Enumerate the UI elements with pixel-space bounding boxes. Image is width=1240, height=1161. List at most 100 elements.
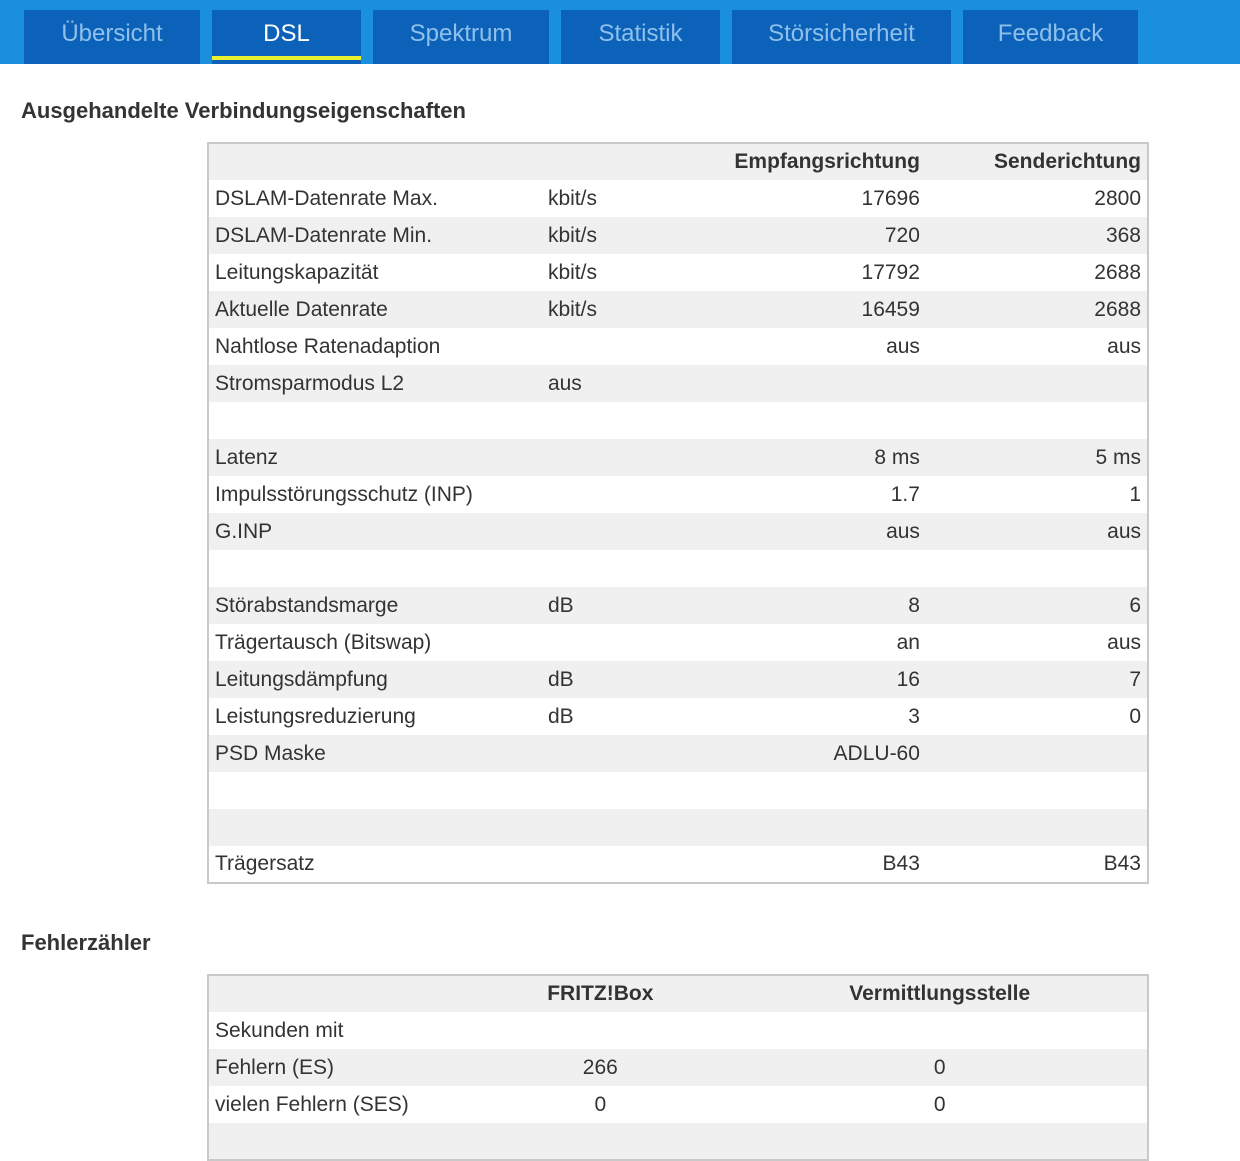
table-cell: Trägersatz: [215, 852, 315, 875]
table-cell: 17792: [861, 260, 920, 284]
table-cell: [926, 735, 1148, 772]
table-cell: ADLU-60: [833, 741, 920, 765]
table-cell: [542, 328, 709, 365]
table-cell: aus: [1107, 334, 1141, 358]
table-row: vielen Fehlern (SES) 0 0: [208, 1086, 1148, 1123]
table-cell: [468, 1012, 732, 1049]
table-cell: vielen Fehlern (SES): [215, 1092, 409, 1116]
table-row: Sekunden mit: [208, 1012, 1148, 1049]
table-cell: 3: [908, 704, 920, 728]
table-cell: 266: [582, 1055, 618, 1079]
table-cell: 8 ms: [874, 445, 920, 469]
tab-statistik[interactable]: Statistik: [561, 10, 720, 64]
table-cell: [709, 550, 925, 587]
table-cell: 0: [933, 1092, 946, 1116]
table-row: PSD Maske ADLU-60: [208, 735, 1148, 772]
table-cell: 16459: [861, 297, 920, 321]
table-cell: [542, 809, 709, 846]
tab-uebersicht[interactable]: Übersicht: [24, 10, 200, 64]
table-cell: [542, 476, 709, 513]
table-cell: aus: [886, 519, 920, 543]
table-cell: Leitungsdämpfung: [215, 667, 388, 691]
table-cell: an: [896, 630, 920, 654]
table-cell: aus: [886, 334, 920, 358]
table-cell: aus: [1107, 630, 1141, 654]
table-cell: 2800: [1094, 186, 1141, 210]
table-cell: 6: [1129, 593, 1141, 617]
table-cell: [208, 402, 542, 439]
table-cell: 8: [908, 593, 920, 617]
table-cell: Trägertausch (Bitswap): [215, 630, 432, 654]
table-row: DSLAM-Datenrate Min. kbit/s 720 368: [208, 217, 1148, 254]
table-cell: kbit/s: [547, 223, 597, 247]
table-row: [208, 550, 1148, 587]
table-cell: Störabstandsmarge: [215, 593, 399, 617]
table-cell: [542, 624, 709, 661]
column-header: [208, 975, 468, 1012]
table-row: Fehlern (ES) 266 0: [208, 1049, 1148, 1086]
table-cell: aus: [1107, 519, 1141, 543]
table-header-row: Empfangsrichtung Senderichtung: [208, 143, 1148, 180]
table-cell: DSLAM-Datenrate Max.: [215, 186, 438, 210]
table-cell: kbit/s: [547, 297, 597, 321]
column-header: [208, 143, 542, 180]
column-header: FRITZ!Box: [547, 982, 654, 1005]
table-cell: [709, 365, 925, 402]
table-cell: kbit/s: [547, 260, 597, 284]
column-header: Empfangsrichtung: [734, 150, 920, 173]
table-cell: aus: [547, 371, 582, 395]
table-cell: [709, 402, 925, 439]
table-row: Nahtlose Ratenadaption aus aus: [208, 328, 1148, 365]
table-cell: [926, 772, 1148, 809]
column-header: [542, 143, 709, 180]
table-cell: Nahtlose Ratenadaption: [215, 334, 441, 358]
table-cell: DSLAM-Datenrate Min.: [215, 223, 433, 247]
table-cell: Leitungskapazität: [215, 260, 379, 284]
table-row: Leitungskapazität kbit/s 17792 2688: [208, 254, 1148, 291]
table-cell: Sekunden mit: [215, 1018, 344, 1042]
table-cell: [709, 772, 925, 809]
table-cell: dB: [547, 593, 574, 617]
table-cell: G.INP: [215, 519, 273, 543]
table-cell: 0: [933, 1055, 946, 1079]
table-cell: [542, 513, 709, 550]
table-cell: [926, 402, 1148, 439]
table-row: [208, 402, 1148, 439]
table-cell: Impulsstörungsschutz (INP): [215, 482, 473, 506]
tab-spektrum[interactable]: Spektrum: [373, 10, 549, 64]
table-cell: 7: [1129, 667, 1141, 691]
table-cell: 17696: [861, 186, 920, 210]
table-cell: Latenz: [215, 445, 279, 469]
table-cell: [208, 1123, 468, 1160]
table-cell: 1.7: [890, 482, 920, 506]
table-cell: [542, 846, 709, 883]
table-cell: 2688: [1094, 297, 1141, 321]
table-row: G.INP aus aus: [208, 513, 1148, 550]
table-cell: 5 ms: [1095, 445, 1141, 469]
table-cell: [926, 809, 1148, 846]
table-cell: 1: [1129, 482, 1141, 506]
tab-dsl[interactable]: DSL: [212, 10, 361, 64]
tab-stoersicherheit[interactable]: Störsicherheit: [732, 10, 951, 64]
table-cell: 720: [884, 223, 920, 247]
table-cell: 0: [1129, 704, 1141, 728]
table-row: [208, 809, 1148, 846]
table-cell: Leistungsreduzierung: [215, 704, 416, 728]
table-cell: dB: [547, 667, 574, 691]
table-cell: kbit/s: [547, 186, 597, 210]
tab-feedback[interactable]: Feedback: [963, 10, 1138, 64]
table-cell: 0: [594, 1092, 607, 1116]
table-cell: [468, 1123, 732, 1160]
table-row: Trägertausch (Bitswap) an aus: [208, 624, 1148, 661]
table-row: [208, 1123, 1148, 1160]
error-counter-table: FRITZ!Box Vermittlungsstelle Sekunden mit F…: [207, 974, 1149, 1161]
table-row: Impulsstörungsschutz (INP) 1.7 1: [208, 476, 1148, 513]
table-cell: [709, 809, 925, 846]
table-cell: Aktuelle Datenrate: [215, 297, 388, 321]
table-cell: PSD Maske: [215, 741, 326, 765]
table-cell: [732, 1012, 1148, 1049]
table-cell: B43: [1103, 852, 1141, 875]
table-cell: [208, 809, 542, 846]
table-row: [208, 772, 1148, 809]
table-row: Leitungsdämpfung dB 16 7: [208, 661, 1148, 698]
